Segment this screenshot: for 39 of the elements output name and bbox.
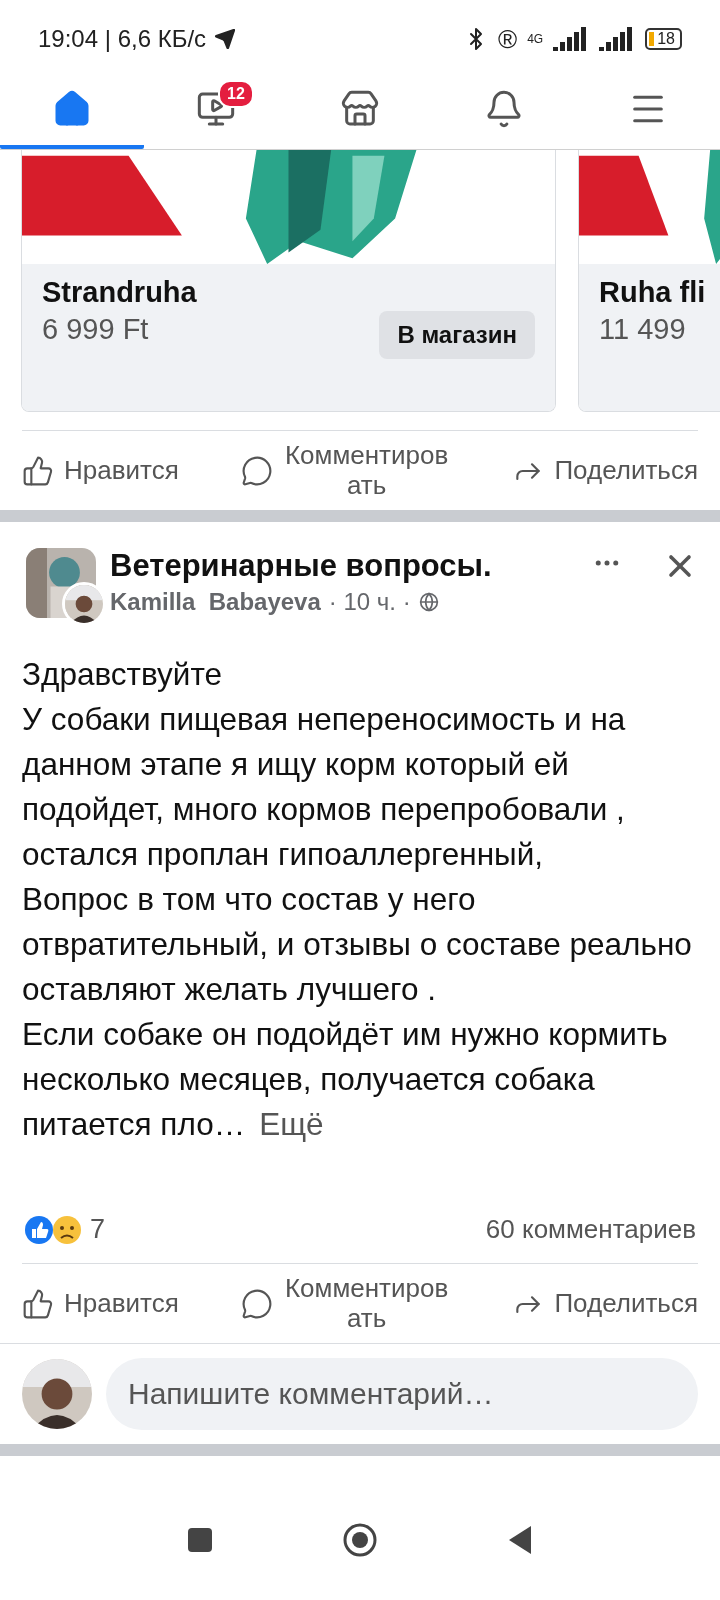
home-button-icon[interactable] <box>343 1523 377 1557</box>
post-text: Здравствуйте У собаки пищевая непереносимость и на данном этапе я ищу корм который ей подойдет, много кормов перепробовали , остался проплан гипоаллергенный, Вопрос в том что состав у него отвратительный, и отзывы о составе реально оставляют желать лучшего . Если собаке он подойдёт им нужно кормить несколько месяцев, получается собака питается пло… Ещё <box>22 655 693 1144</box>
bell-icon <box>484 88 524 129</box>
status-time: 19:04 | 6,6 КБ/с <box>38 25 207 53</box>
send-icon <box>214 28 237 50</box>
speech-bubble-icon <box>240 1287 273 1320</box>
shop-button[interactable]: В магазин <box>379 311 535 359</box>
comments-count[interactable]: 60 комментариев <box>485 1214 696 1245</box>
product-card[interactable]: Strandruha 6 999 Ft В магазин <box>21 150 556 412</box>
group-name[interactable]: Ветеринарные вопросы. <box>110 548 582 584</box>
comment-button[interactable]: Комментировать <box>240 440 451 501</box>
network-type: 4G <box>527 32 544 46</box>
product-price: 6 999 Ft <box>42 313 150 346</box>
share-button[interactable]: Поделиться <box>512 454 698 487</box>
product-title: Ruha fli <box>599 276 706 309</box>
more-link[interactable]: Ещё <box>259 1106 324 1142</box>
roaming-mark: ® <box>498 23 518 55</box>
post-time: · 10 ч. · <box>328 588 411 616</box>
product-title: Strandruha <box>42 276 197 309</box>
store-icon <box>340 88 380 129</box>
reaction-count: 7 <box>90 1214 106 1245</box>
like-button[interactable]: Нравится <box>22 1287 179 1320</box>
product-card[interactable]: Ruha fli 11 499 <box>578 150 720 412</box>
notification-badge: 12 <box>218 80 254 108</box>
recent-apps-icon[interactable] <box>187 1527 213 1553</box>
battery-indicator: 18 <box>645 28 682 50</box>
comment-field[interactable]: Напишите комментарий… <box>106 1358 698 1430</box>
speech-bubble-icon <box>240 454 273 487</box>
globe-icon <box>418 592 439 612</box>
author-name[interactable]: Kamilla Babayeva <box>110 588 321 616</box>
product-price: 11 499 <box>599 313 687 346</box>
comment-button[interactable]: Комментировать <box>240 1273 451 1334</box>
share-button[interactable]: Поделиться <box>512 1287 698 1320</box>
thumbs-up-icon <box>22 1287 54 1320</box>
like-button[interactable]: Нравится <box>22 454 179 487</box>
nav-tab[interactable]: 12 <box>144 72 288 149</box>
back-icon[interactable] <box>507 1525 533 1555</box>
reaction-icons <box>24 1214 82 1245</box>
thumbs-up-icon <box>22 454 54 487</box>
